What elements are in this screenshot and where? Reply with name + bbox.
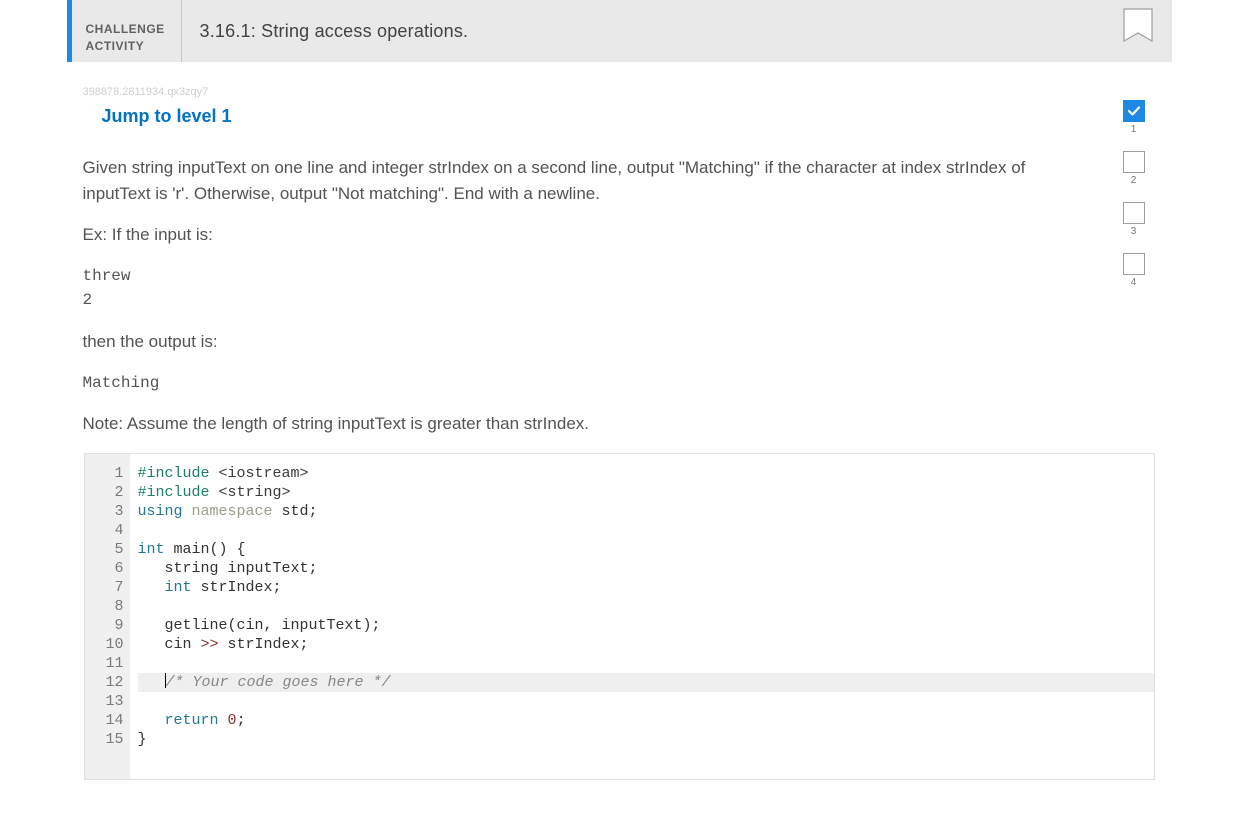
level-badge-number: 1 <box>1131 124 1137 135</box>
code-line[interactable]: /* Your code goes here */ <box>138 673 1154 692</box>
output-intro: then the output is: <box>83 329 1097 355</box>
code-line[interactable] <box>138 692 1154 711</box>
jump-to-level-link[interactable]: Jump to level 1 <box>67 102 232 127</box>
level-progress-badges: 1 2 3 4 <box>1114 100 1154 304</box>
challenge-container: CHALLENGE ACTIVITY 3.16.1: String access… <box>67 0 1172 780</box>
code-line[interactable]: #include <iostream> <box>138 464 1154 483</box>
code-editor[interactable]: 123456789101112131415 #include <iostream… <box>84 453 1155 780</box>
level-badge-number: 4 <box>1131 277 1137 288</box>
level-badge-number: 3 <box>1131 226 1137 237</box>
code-line[interactable] <box>138 654 1154 673</box>
code-line[interactable]: int strIndex; <box>138 578 1154 597</box>
tag-line2: ACTIVITY <box>86 38 167 54</box>
code-line[interactable]: string inputText; <box>138 559 1154 578</box>
problem-body: Given string inputText on one line and i… <box>67 127 1172 437</box>
code-line[interactable]: cin >> strIndex; <box>138 635 1154 654</box>
code-line[interactable] <box>138 521 1154 540</box>
code-line[interactable]: using namespace std; <box>138 502 1154 521</box>
code-line[interactable]: getline(cin, inputText); <box>138 616 1154 635</box>
level-badge-4[interactable] <box>1123 253 1145 275</box>
challenge-tag: CHALLENGE ACTIVITY <box>72 0 182 62</box>
example-input: threw 2 <box>83 264 1097 314</box>
bookmark-icon[interactable] <box>1122 8 1154 48</box>
challenge-header: CHALLENGE ACTIVITY 3.16.1: String access… <box>67 0 1172 62</box>
level-badge-1[interactable] <box>1123 100 1145 122</box>
example-intro: Ex: If the input is: <box>83 222 1097 248</box>
tag-line1: CHALLENGE <box>86 21 167 37</box>
problem-description: Given string inputText on one line and i… <box>83 155 1097 206</box>
code-line[interactable]: int main() { <box>138 540 1154 559</box>
level-badge-number: 2 <box>1131 175 1137 186</box>
code-gutter: 123456789101112131415 <box>85 454 130 779</box>
problem-note: Note: Assume the length of string inputT… <box>83 411 1097 437</box>
code-line[interactable] <box>138 597 1154 616</box>
code-area[interactable]: #include <iostream>#include <string>usin… <box>130 454 1154 779</box>
code-line[interactable]: return 0; <box>138 711 1154 730</box>
reference-code: 398878.2811934.qx3zqy7 <box>67 62 1172 102</box>
challenge-title: 3.16.1: String access operations. <box>182 0 487 62</box>
code-line[interactable]: #include <string> <box>138 483 1154 502</box>
level-badge-3[interactable] <box>1123 202 1145 224</box>
code-line[interactable]: } <box>138 730 1154 749</box>
example-output: Matching <box>83 371 1097 396</box>
level-badge-2[interactable] <box>1123 151 1145 173</box>
